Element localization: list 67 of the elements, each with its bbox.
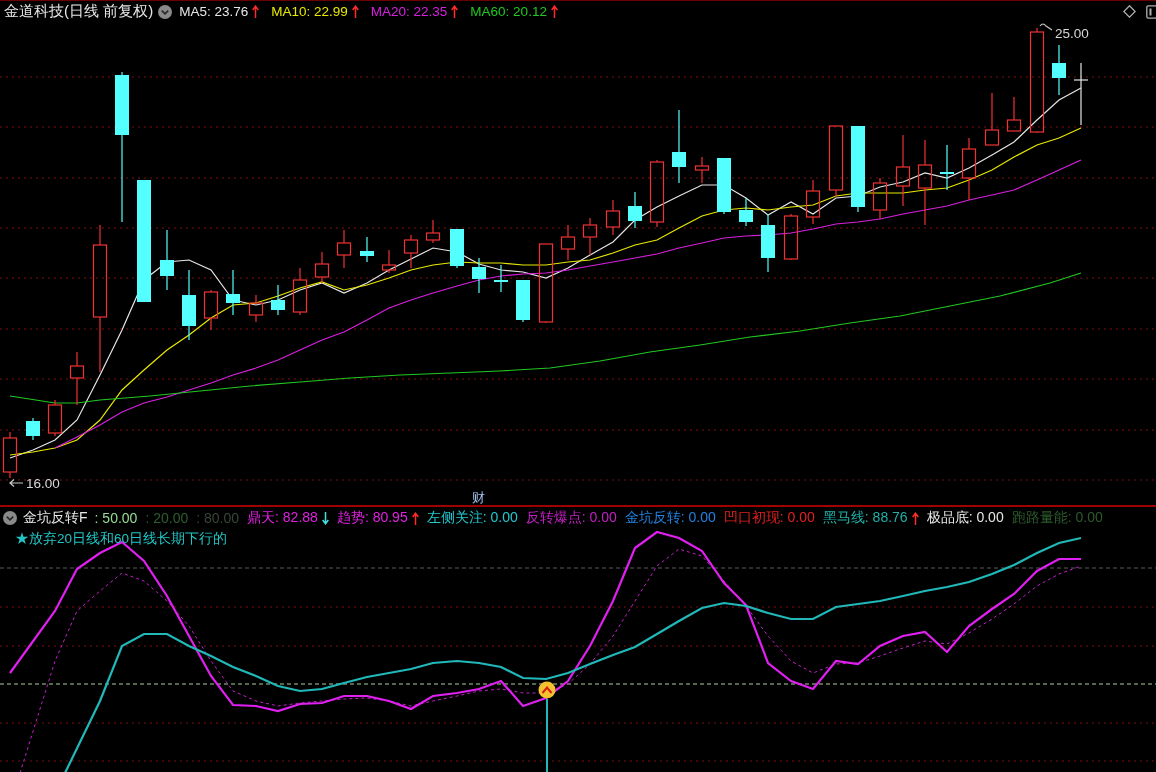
falling-candlestick <box>360 236 374 263</box>
indicator-value: 金坑反转: 0.00 <box>624 509 716 527</box>
high-price-label: 25.00 <box>1055 26 1089 41</box>
rising-candlestick <box>872 177 888 220</box>
falling-candlestick <box>628 191 642 229</box>
left-arrow-icon <box>9 478 24 488</box>
rising-candlestick <box>649 159 665 228</box>
falling-candlestick <box>26 417 40 441</box>
falling-candlestick <box>472 257 486 294</box>
low-price-label: 16.00 <box>26 476 60 491</box>
rising-candlestick <box>248 294 264 323</box>
moving-average-value: MA10: 22.99 <box>271 4 348 19</box>
rising-candlestick <box>560 224 576 261</box>
parameter-value: : 50.00 <box>94 510 138 526</box>
falling-candlestick <box>761 213 775 273</box>
rising-candlestick <box>314 251 330 284</box>
sidebar-toggle-icon[interactable] <box>1146 4 1156 19</box>
falling-candlestick <box>940 144 954 191</box>
indicator-value: 跑路量能: 0.00 <box>1011 509 1103 527</box>
falling-candlestick <box>739 197 753 227</box>
indicator-value: 反转爆点: 0.00 <box>525 509 617 527</box>
rising-candlestick <box>582 217 598 256</box>
falling-candlestick <box>226 269 240 316</box>
moving-average-value: MA60: 20.12 <box>470 4 547 19</box>
parameter-value: : 20.00 <box>145 510 189 526</box>
cross-candlestick <box>1073 62 1089 126</box>
parameter-value: : 80.00 <box>196 510 240 526</box>
rising-candlestick <box>605 199 621 236</box>
up-caret-marker-icon <box>538 681 556 699</box>
falling-candlestick <box>516 279 530 323</box>
rising-candlestick <box>2 431 18 479</box>
falling-candlestick <box>494 264 508 293</box>
dropdown-icon[interactable] <box>3 511 17 525</box>
indicator-value: 极品底: 0.00 <box>926 509 1004 527</box>
indicator-value: 左侧关注: 0.00 <box>426 509 518 527</box>
rising-candlestick <box>47 399 63 437</box>
indicator-value: 鼎天: 82.88 <box>247 509 318 527</box>
falling-candlestick <box>160 229 174 291</box>
indicator-name: 金坑反转F <box>23 509 88 527</box>
rising-candlestick <box>783 213 799 261</box>
rising-candlestick <box>1006 96 1022 132</box>
rising-candlestick <box>984 92 1000 146</box>
rising-candlestick <box>336 229 352 269</box>
finance-marker[interactable]: 财 <box>472 490 485 505</box>
falling-candlestick <box>271 284 285 316</box>
rising-candlestick <box>961 137 977 201</box>
rising-candlestick <box>203 289 219 331</box>
dropdown-icon[interactable] <box>158 4 173 19</box>
indicator-value: 黑马线: 88.76 <box>822 509 908 527</box>
rising-candlestick <box>805 179 821 225</box>
indicator-value: 趋势: 80.95 <box>336 509 408 527</box>
rising-candlestick <box>694 156 710 184</box>
diamond-icon[interactable] <box>1123 5 1136 18</box>
moving-average-value: MA5: 23.76 <box>179 4 249 19</box>
indicator-note: ★放弃20日线和60日线长期下行的 <box>15 530 228 548</box>
falling-candlestick <box>717 157 731 215</box>
moving-average-value: MA20: 22.35 <box>370 4 448 19</box>
falling-candlestick <box>182 269 196 341</box>
indicator-value: 凹口初现: 0.00 <box>723 509 815 527</box>
rising-candlestick <box>69 351 85 406</box>
rising-candlestick <box>425 219 441 244</box>
rising-candlestick <box>292 267 308 316</box>
stock-title: 金道科技(日线 前复权) <box>4 2 154 21</box>
rising-candlestick <box>381 249 397 274</box>
falling-candlestick <box>1052 44 1066 96</box>
rising-candlestick <box>403 234 419 269</box>
falling-candlestick <box>450 228 464 269</box>
